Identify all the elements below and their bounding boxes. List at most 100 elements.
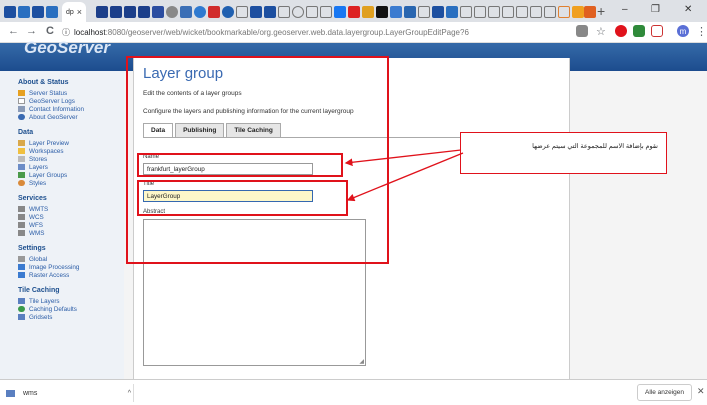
tab-favicon-21[interactable] [320,2,332,22]
translate-icon[interactable] [576,25,588,37]
app-icon [152,6,164,18]
tab-favicon-24[interactable] [362,2,374,22]
active-tab[interactable]: dp × [62,2,87,22]
tab-favicon-1[interactable] [4,2,16,22]
tab-favicon-13[interactable] [208,2,220,22]
tab-favicon-32[interactable] [474,2,486,22]
sidebar-item-wfs[interactable]: WFS [18,221,124,229]
download-item[interactable]: wms ^ [6,386,131,400]
close-icon[interactable]: × [77,7,82,17]
minimize-button[interactable]: – [622,4,628,15]
tab-favicon-7[interactable] [124,2,136,22]
sidebar-item-server-status[interactable]: Server Status [18,89,124,97]
file-icon [6,389,15,397]
sidebar-item-label: Layers [29,163,48,171]
sidebar-section-services: Services [18,195,47,202]
tab-favicon-31[interactable] [460,2,472,22]
tab-favicon-5[interactable] [96,2,108,22]
tab-favicon-40[interactable] [584,2,596,22]
sidebar-item-caching-defaults[interactable]: Caching Defaults [18,305,124,313]
extension-icon[interactable] [651,25,663,37]
sidebar-item-tile-layers[interactable]: Tile Layers [18,297,124,305]
tab-favicon-17[interactable] [264,2,276,22]
google-icon [292,6,304,18]
opera-extension-icon[interactable] [615,25,627,37]
bookmark-star-icon[interactable]: ☆ [596,25,606,38]
sidebar-item-label: Layer Preview [29,139,69,147]
back-button[interactable]: ← [8,25,19,37]
window-close-button[interactable]: ✕ [684,4,692,15]
tab-favicon-3[interactable] [32,2,44,22]
tab-favicon-23[interactable] [348,2,360,22]
tab-favicon-14[interactable] [222,2,234,22]
close-icon[interactable]: ✕ [697,386,705,397]
profile-avatar[interactable]: m [677,25,689,37]
sidebar-section-tile-caching: Tile Caching [18,287,60,294]
app-icon [362,6,374,18]
tab-favicon-18[interactable] [278,2,290,22]
tab-favicon-22[interactable] [334,2,346,22]
maximize-button[interactable]: ❐ [651,4,660,15]
tab-favicon-19[interactable] [292,2,304,22]
tab-favicon-30[interactable] [446,2,458,22]
sidebar-item-stores[interactable]: Stores [18,155,124,163]
app-icon [558,6,570,18]
sidebar-item-contact-information[interactable]: Contact Information [18,105,124,113]
tab-favicon-4[interactable] [46,2,58,22]
tab-favicon-35[interactable] [516,2,528,22]
sidebar-item-geoserver-logs[interactable]: GeoServer Logs [18,97,124,105]
reload-button[interactable]: C [46,25,54,37]
contact-icon [18,106,25,112]
forward-button[interactable]: → [26,25,37,37]
sidebar-item-layer-groups[interactable]: Layer Groups [18,171,124,179]
tab-favicon-15[interactable] [236,2,248,22]
sidebar-item-global[interactable]: Global [18,255,124,263]
sidebar-item-wcs[interactable]: WCS [18,213,124,221]
tab-favicon-25[interactable] [376,2,388,22]
sidebar-item-raster-access[interactable]: Raster Access [18,271,124,279]
sidebar-item-wms[interactable]: WMS [18,229,124,237]
app-icon [138,6,150,18]
tab-favicon-9[interactable] [152,2,164,22]
tab-favicon-8[interactable] [138,2,150,22]
sidebar-item-wmts[interactable]: WMTS [18,205,124,213]
sidebar-item-layer-preview[interactable]: Layer Preview [18,139,124,147]
browser-menu-icon[interactable]: ⋮ [696,25,707,38]
app-icon [110,6,122,18]
service-icon [18,222,25,228]
tab-favicon-26[interactable] [390,2,402,22]
tab-favicon-11[interactable] [180,2,192,22]
tab-favicon-12[interactable] [194,2,206,22]
resize-handle-icon[interactable]: ◢ [359,358,364,365]
tab-favicon-39[interactable] [572,2,584,22]
tab-favicon-33[interactable] [488,2,500,22]
url-field[interactable]: ⓘ localhost:8080/geoserver/web/wicket/bo… [62,25,562,40]
tab-favicon-29[interactable] [432,2,444,22]
sidebar-item-styles[interactable]: Styles [18,179,124,187]
tab-favicon-37[interactable] [544,2,556,22]
geoserver-logo[interactable]: GeoServer [24,38,110,58]
tab-favicon-6[interactable] [110,2,122,22]
tab-favicon-34[interactable] [502,2,514,22]
info-icon[interactable]: ⓘ [62,27,70,38]
sidebar-item-image-processing[interactable]: Image Processing [18,263,124,271]
sidebar-item-workspaces[interactable]: Workspaces [18,147,124,155]
tab-favicon-2[interactable] [18,2,30,22]
tab-favicon-27[interactable] [404,2,416,22]
sidebar-item-layers[interactable]: Layers [18,163,124,171]
tab-favicon-36[interactable] [530,2,542,22]
app-icon [348,6,360,18]
tiles-icon [18,298,25,304]
sidebar-item-label: Layer Groups [29,171,68,179]
sidebar-item-gridsets[interactable]: Gridsets [18,313,124,321]
new-tab-button[interactable]: + [597,3,605,19]
chevron-up-icon[interactable]: ^ [128,390,131,397]
extension-icon[interactable] [633,25,645,37]
tab-favicon-20[interactable] [306,2,318,22]
tab-favicon-10[interactable] [166,2,178,22]
tab-favicon-28[interactable] [418,2,430,22]
sidebar-item-about-geoserver[interactable]: About GeoServer [18,113,124,121]
show-all-button[interactable]: Alle anzeigen [637,384,692,401]
tab-favicon-38[interactable] [558,2,570,22]
tab-favicon-16[interactable] [250,2,262,22]
